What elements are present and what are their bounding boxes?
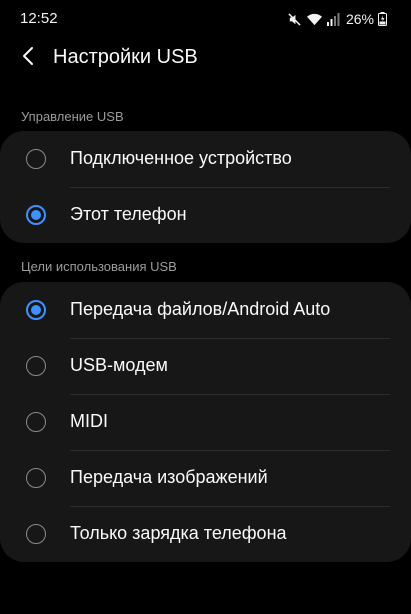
option-usb-modem[interactable]: USB-модем	[0, 338, 411, 394]
option-label: Этот телефон	[70, 204, 187, 224]
radio-button-selected[interactable]	[26, 205, 46, 225]
signal-icon	[326, 12, 340, 26]
back-button[interactable]	[14, 44, 42, 72]
option-file-transfer[interactable]: Передача файлов/Android Auto	[0, 282, 411, 338]
mute-icon	[287, 12, 302, 27]
option-label: USB-модем	[70, 355, 168, 375]
option-label: Только зарядка телефона	[70, 523, 287, 543]
status-bar: 12:52 26%	[0, 0, 411, 38]
battery-icon	[378, 12, 387, 26]
usb-settings-screen: 12:52 26% Настройки USB Управление USB П…	[0, 0, 411, 614]
radio-button[interactable]	[26, 356, 46, 376]
radio-button[interactable]	[26, 412, 46, 432]
battery-percent: 26%	[345, 11, 374, 27]
option-label: Передача изображений	[70, 467, 268, 487]
option-midi[interactable]: MIDI	[0, 394, 411, 450]
usb-control-card: Подключенное устройство Этот телефон	[0, 131, 411, 243]
page-title: Настройки USB	[53, 46, 198, 68]
status-icons: 26%	[287, 9, 387, 29]
app-bar: Настройки USB	[0, 38, 411, 78]
section-header-usb-purpose: Цели использования USB	[21, 259, 177, 274]
radio-button-selected[interactable]	[26, 300, 46, 320]
radio-button[interactable]	[26, 149, 46, 169]
option-label: Передача файлов/Android Auto	[70, 299, 331, 319]
option-label: Подключенное устройство	[70, 148, 292, 168]
option-charging-only[interactable]: Только зарядка телефона	[0, 506, 411, 562]
radio-button[interactable]	[26, 468, 46, 488]
option-connected-device[interactable]: Подключенное устройство	[0, 131, 411, 187]
option-this-phone[interactable]: Этот телефон	[0, 187, 411, 243]
usb-purpose-card: Передача файлов/Android Auto USB-модем M…	[0, 282, 411, 562]
wifi-icon	[306, 12, 323, 27]
status-time: 12:52	[20, 10, 58, 27]
radio-button[interactable]	[26, 524, 46, 544]
option-label: MIDI	[70, 411, 108, 431]
section-header-usb-control: Управление USB	[21, 109, 124, 124]
chevron-left-icon	[21, 46, 35, 71]
option-image-transfer[interactable]: Передача изображений	[0, 450, 411, 506]
